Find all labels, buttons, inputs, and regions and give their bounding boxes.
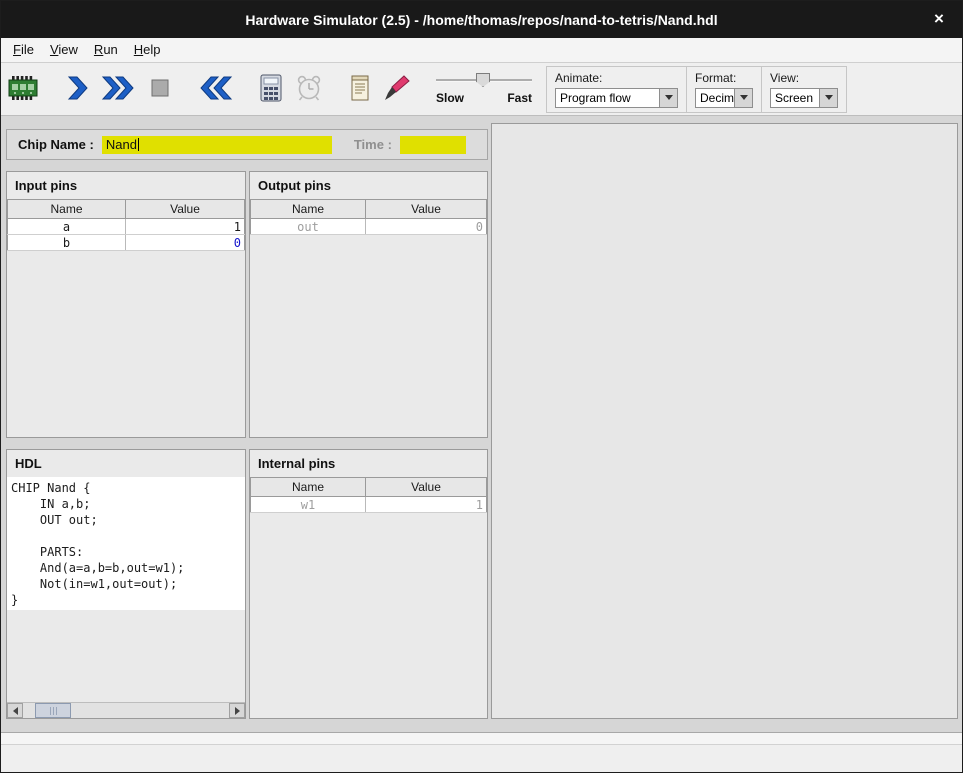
animate-value: Program flow: [556, 89, 659, 107]
time-label: Time :: [354, 137, 392, 152]
column-header-value: Value: [126, 200, 245, 219]
paintbrush-icon: [383, 74, 411, 105]
main-content: Chip Name : Nand Time : Input pins Name …: [1, 116, 962, 732]
format-select[interactable]: Decimal: [695, 88, 753, 108]
table-row: a 1: [8, 219, 245, 235]
pin-value: 0: [366, 219, 487, 235]
window-title: Hardware Simulator (2.5) - /home/thomas/…: [245, 12, 717, 28]
chip-name-label: Chip Name :: [18, 137, 94, 152]
stop-icon: [148, 76, 172, 103]
format-dropdown-button[interactable]: [734, 89, 752, 107]
single-step-button[interactable]: [62, 67, 92, 111]
clear-button[interactable]: [381, 67, 413, 111]
table-row: b 0: [8, 235, 245, 251]
speed-slider[interactable]: Slow Fast: [436, 73, 532, 105]
hdl-title: HDL: [7, 450, 245, 477]
chip-name-bar: Chip Name : Nand Time :: [6, 129, 488, 160]
menu-run[interactable]: Run: [86, 38, 126, 62]
chip-icon: [7, 75, 39, 104]
pin-value: 1: [366, 497, 487, 513]
speed-slider-track[interactable]: [436, 73, 532, 87]
rewind-icon: [197, 74, 233, 105]
column-header-name: Name: [251, 478, 366, 497]
scroll-left-button[interactable]: [7, 703, 23, 718]
format-group: Format: Decimal: [686, 66, 762, 113]
menubar: File View Run Help: [1, 38, 962, 63]
animate-group: Animate: Program flow: [546, 66, 687, 113]
pin-value[interactable]: 1: [126, 219, 245, 235]
toolbar-combos: Animate: Program flow Format: Decimal Vi…: [546, 66, 847, 113]
output-pins-table: Name Value out 0: [250, 199, 487, 235]
animate-select[interactable]: Program flow: [555, 88, 678, 108]
scroll-right-button[interactable]: [229, 703, 245, 718]
input-pins-title: Input pins: [7, 172, 245, 199]
chevron-down-icon: [665, 95, 673, 100]
single-step-icon: [64, 74, 90, 105]
hdl-code-view: CHIP Nand { IN a,b; OUT out; PARTS: And(…: [7, 477, 245, 610]
speed-slider-thumb[interactable]: [476, 73, 490, 87]
close-icon[interactable]: ×: [929, 9, 949, 29]
format-value: Decimal: [696, 89, 734, 107]
app-window: Hardware Simulator (2.5) - /home/thomas/…: [0, 0, 963, 773]
hdl-code: CHIP Nand { IN a,b; OUT out; PARTS: And(…: [7, 477, 245, 608]
reset-button[interactable]: [195, 67, 235, 111]
view-value: Screen: [771, 89, 819, 107]
script-icon: [348, 73, 372, 106]
internal-pins-title: Internal pins: [250, 450, 487, 477]
view-label: View:: [770, 71, 838, 85]
calculator-icon: [258, 73, 284, 106]
menu-file[interactable]: File: [5, 38, 42, 62]
menu-help[interactable]: Help: [126, 38, 169, 62]
pin-name: b: [8, 235, 126, 251]
output-pins-title: Output pins: [250, 172, 487, 199]
triangle-left-icon: [13, 707, 18, 715]
pin-value-selected[interactable]: 0: [126, 235, 245, 251]
output-pins-panel: Output pins Name Value out 0: [249, 171, 488, 438]
chip-name-input[interactable]: Nand: [102, 136, 332, 154]
view-script-button[interactable]: [346, 67, 374, 111]
hdl-panel: HDL CHIP Nand { IN a,b; OUT out; PARTS: …: [6, 449, 246, 719]
column-header-value: Value: [366, 200, 487, 219]
chevron-down-icon: [825, 95, 833, 100]
calculator-button[interactable]: [256, 67, 286, 111]
internal-pins-panel: Internal pins Name Value w1 1: [249, 449, 488, 719]
clock-button: [293, 67, 325, 111]
fast-forward-icon: [101, 74, 137, 105]
pin-name: w1: [251, 497, 366, 513]
text-caret: [138, 138, 139, 151]
format-label: Format:: [695, 71, 753, 85]
hdl-horizontal-scrollbar[interactable]: [7, 702, 245, 718]
pin-name: out: [251, 219, 366, 235]
animate-label: Animate:: [555, 71, 678, 85]
animate-dropdown-button[interactable]: [659, 89, 677, 107]
load-chip-button[interactable]: [5, 67, 41, 111]
table-row: out 0: [251, 219, 487, 235]
triangle-right-icon: [235, 707, 240, 715]
chevron-down-icon: [740, 95, 748, 100]
view-dropdown-button[interactable]: [819, 89, 837, 107]
column-header-name: Name: [8, 200, 126, 219]
column-header-name: Name: [251, 200, 366, 219]
input-pins-table: Name Value a 1 b 0: [7, 199, 245, 251]
menu-view[interactable]: View: [42, 38, 86, 62]
toolbar: Slow Fast Animate: Program flow Format: …: [1, 63, 962, 116]
view-group: View: Screen: [761, 66, 847, 113]
titlebar: Hardware Simulator (2.5) - /home/thomas/…: [1, 1, 962, 38]
table-row: w1 1: [251, 497, 487, 513]
slider-slow-label: Slow: [436, 91, 464, 105]
input-pins-panel: Input pins Name Value a 1 b 0: [6, 171, 246, 438]
screen-display-panel: [491, 123, 958, 719]
internal-pins-table: Name Value w1 1: [250, 477, 487, 513]
column-header-value: Value: [366, 478, 487, 497]
time-field: [400, 136, 466, 154]
clock-icon: [295, 74, 323, 105]
statusbar: [1, 732, 962, 772]
scrollbar-thumb[interactable]: [35, 703, 71, 718]
run-button[interactable]: [99, 67, 139, 111]
pin-name: a: [8, 219, 126, 235]
stop-button[interactable]: [146, 67, 174, 111]
view-select[interactable]: Screen: [770, 88, 838, 108]
slider-fast-label: Fast: [507, 91, 532, 105]
